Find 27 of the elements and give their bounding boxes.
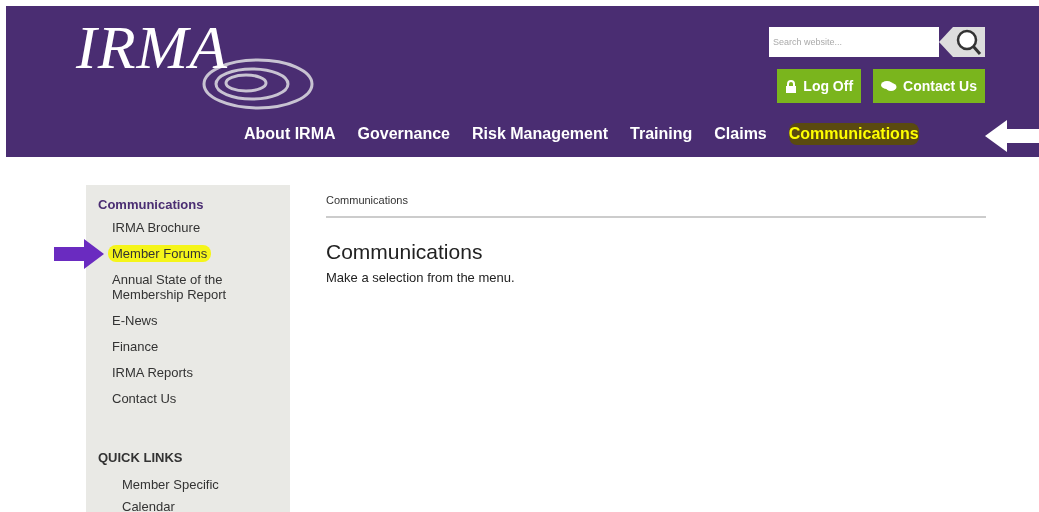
quick-link[interactable]: Member Specific	[122, 477, 290, 492]
body-text: Make a selection from the menu.	[326, 270, 516, 285]
chat-icon	[881, 80, 898, 92]
sidebar-title: Communications	[98, 197, 205, 212]
lock-icon	[785, 79, 798, 93]
nav-link[interactable]: Risk Management	[472, 123, 609, 145]
nav-link[interactable]: Governance	[357, 123, 450, 145]
nav-link[interactable]: Training	[630, 123, 693, 145]
sidebar-item[interactable]: Contact Us	[110, 390, 179, 407]
page-heading: Communications	[326, 240, 484, 264]
breadcrumb[interactable]: Communications	[326, 194, 986, 218]
sidebar-item[interactable]: E-News	[110, 312, 160, 329]
section-title: QUICK LINKS	[98, 450, 184, 465]
sidebar-item[interactable]: IRMA Reports	[110, 364, 195, 381]
sidebar-item[interactable]: Member Forums	[108, 245, 212, 262]
sidebar-item[interactable]: Finance	[110, 338, 161, 355]
search-icon[interactable]	[939, 27, 985, 57]
quick-link[interactable]: Calendar	[122, 499, 290, 512]
pointer-arrow	[985, 118, 1039, 154]
logo-text[interactable]: IRMA	[76, 16, 229, 78]
sidebar-item[interactable]: IRMA Brochure	[110, 219, 203, 236]
sidebar-item[interactable]: Annual State of the Membership Report	[110, 271, 254, 303]
pointer-arrow	[54, 239, 104, 269]
nav-link[interactable]: Claims	[714, 123, 767, 145]
nav-link[interactable]: Communications	[788, 123, 919, 145]
nav-link[interactable]: About IRMA	[244, 123, 336, 145]
search-field[interactable]: Search website...	[769, 27, 939, 57]
